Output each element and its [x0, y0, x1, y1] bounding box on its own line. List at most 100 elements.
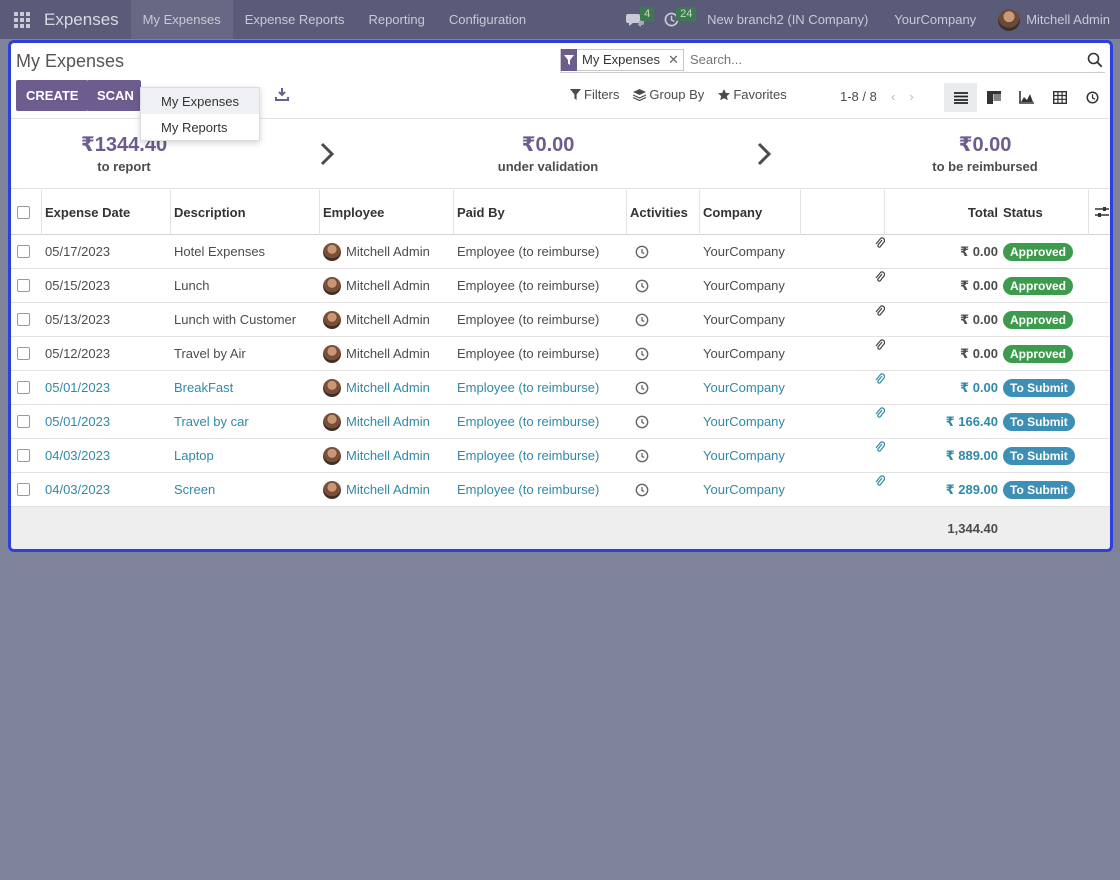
- pager-previous-icon[interactable]: ‹: [891, 89, 895, 104]
- column-header-paid-by[interactable]: Paid By: [457, 205, 505, 220]
- company-name: YourCompany: [703, 482, 785, 497]
- activity-clock-icon[interactable]: [635, 313, 649, 327]
- dropdown-item-my-expenses[interactable]: My Expenses: [141, 88, 259, 114]
- messages-badge: 4: [640, 7, 655, 21]
- activity-clock-icon[interactable]: [635, 381, 649, 395]
- app-brand[interactable]: Expenses: [44, 10, 119, 30]
- favorites-button[interactable]: Favorites: [718, 87, 787, 102]
- search-input[interactable]: [683, 48, 1087, 71]
- activity-clock-icon[interactable]: [635, 245, 649, 259]
- column-header-employee[interactable]: Employee: [323, 205, 384, 220]
- column-header-description[interactable]: Description: [174, 205, 246, 220]
- filters-button[interactable]: Filters: [570, 87, 619, 102]
- menu-expense-reports[interactable]: Expense Reports: [233, 0, 357, 39]
- scan-button[interactable]: SCAN: [87, 80, 141, 111]
- kanban-view-icon[interactable]: [977, 83, 1010, 112]
- grand-total: 1,344.40: [947, 521, 998, 536]
- pager-next-icon[interactable]: ›: [909, 89, 913, 104]
- column-header-company[interactable]: Company: [703, 205, 762, 220]
- table-row[interactable]: 05/15/2023 Lunch Mitchell Admin Employee…: [11, 269, 1110, 303]
- activity-view-icon[interactable]: [1076, 83, 1109, 112]
- status-badge: To Submit: [1003, 480, 1075, 499]
- status-badge: To Submit: [1003, 378, 1075, 397]
- branch-switcher[interactable]: New branch2 (IN Company): [697, 12, 878, 27]
- expense-description: Laptop: [174, 448, 214, 463]
- avatar: [323, 480, 341, 499]
- paperclip-icon: [875, 407, 885, 418]
- pivot-view-icon[interactable]: [1043, 83, 1076, 112]
- list-view-icon[interactable]: [944, 83, 977, 112]
- create-button[interactable]: CREATE: [16, 80, 89, 111]
- avatar: [323, 310, 341, 329]
- chevron-right-icon: [320, 142, 335, 166]
- company-name: YourCompany: [703, 278, 785, 293]
- summary-to-be-reimbursed[interactable]: ₹0.00 to be reimbursed: [925, 132, 1045, 174]
- star-icon: [718, 88, 731, 100]
- table-row[interactable]: 05/13/2023 Lunch with Customer Mitchell …: [11, 303, 1110, 337]
- paid-by: Employee (to reimburse): [457, 448, 600, 463]
- status-badge: To Submit: [1003, 446, 1075, 465]
- chevron-right-icon: [757, 142, 772, 166]
- table-header: Expense Date Description Employee Paid B…: [11, 190, 1110, 235]
- graph-view-icon[interactable]: [1010, 83, 1043, 112]
- employee-cell: Mitchell Admin: [323, 446, 430, 465]
- row-checkbox[interactable]: [17, 381, 30, 394]
- row-checkbox[interactable]: [17, 313, 30, 326]
- table-row[interactable]: 05/12/2023 Travel by Air Mitchell Admin …: [11, 337, 1110, 371]
- status-badge: Approved: [1003, 310, 1074, 329]
- status-badge: Approved: [1003, 242, 1074, 261]
- messages-button[interactable]: 4: [616, 0, 655, 39]
- row-checkbox[interactable]: [17, 279, 30, 292]
- search-icon[interactable]: [1087, 52, 1103, 68]
- column-header-date[interactable]: Expense Date: [45, 205, 130, 220]
- status-badge: Approved: [1003, 344, 1074, 363]
- activity-clock-icon[interactable]: [635, 483, 649, 497]
- table-row[interactable]: 05/01/2023 Travel by car Mitchell Admin …: [11, 405, 1110, 439]
- row-checkbox[interactable]: [17, 245, 30, 258]
- activity-clock-icon[interactable]: [635, 449, 649, 463]
- summary-under-validation[interactable]: ₹0.00 under validation: [488, 132, 608, 174]
- my-expenses-dropdown: My Expenses My Reports: [140, 87, 260, 141]
- activities-button[interactable]: 24: [654, 0, 697, 39]
- table-row[interactable]: 04/03/2023 Laptop Mitchell Admin Employe…: [11, 439, 1110, 473]
- expense-date: 05/12/2023: [45, 346, 111, 361]
- menu-configuration[interactable]: Configuration: [437, 0, 538, 39]
- table-row[interactable]: 05/17/2023 Hotel Expenses Mitchell Admin…: [11, 235, 1110, 269]
- column-header-activities[interactable]: Activities: [630, 205, 688, 220]
- row-checkbox[interactable]: [17, 449, 30, 462]
- employee-cell: Mitchell Admin: [323, 480, 430, 499]
- activity-clock-icon[interactable]: [635, 347, 649, 361]
- pager-arrows: ‹ ›: [891, 89, 914, 104]
- apps-menu-icon[interactable]: [0, 0, 44, 39]
- menu-my-expenses[interactable]: My Expenses: [130, 0, 233, 39]
- filter-facet-icon: [561, 48, 577, 71]
- column-header-status[interactable]: Status: [1003, 205, 1043, 220]
- pager-value[interactable]: 1-8 / 8: [840, 89, 877, 104]
- employee-name: Mitchell Admin: [346, 380, 430, 395]
- facet-remove-icon[interactable]: ✕: [664, 52, 683, 68]
- row-checkbox[interactable]: [17, 347, 30, 360]
- search-facet[interactable]: My Expenses ✕: [560, 48, 684, 71]
- paperclip-icon: [875, 475, 885, 486]
- row-checkbox[interactable]: [17, 415, 30, 428]
- table-row[interactable]: 04/03/2023 Screen Mitchell Admin Employe…: [11, 473, 1110, 507]
- favorites-label: Favorites: [733, 87, 787, 102]
- menu-reporting[interactable]: Reporting: [356, 0, 436, 39]
- column-settings-icon[interactable]: [1095, 206, 1109, 218]
- table-row[interactable]: 05/01/2023 BreakFast Mitchell Admin Empl…: [11, 371, 1110, 405]
- summary-label: to be reimbursed: [932, 159, 1038, 174]
- expense-date: 05/17/2023: [45, 244, 111, 259]
- dropdown-item-my-reports[interactable]: My Reports: [141, 114, 259, 140]
- row-checkbox[interactable]: [17, 483, 30, 496]
- download-icon[interactable]: [275, 87, 289, 101]
- page-title: My Expenses: [16, 51, 125, 71]
- company-switcher[interactable]: YourCompany: [884, 12, 986, 27]
- user-menu[interactable]: Mitchell Admin: [992, 8, 1120, 31]
- column-header-total[interactable]: Total: [968, 205, 998, 220]
- groupby-button[interactable]: Group By: [633, 87, 704, 102]
- employee-name: Mitchell Admin: [346, 482, 430, 497]
- expense-total: ₹ 889.00: [945, 447, 998, 463]
- activity-clock-icon[interactable]: [635, 279, 649, 293]
- select-all-checkbox[interactable]: [17, 205, 30, 219]
- activity-clock-icon[interactable]: [635, 415, 649, 429]
